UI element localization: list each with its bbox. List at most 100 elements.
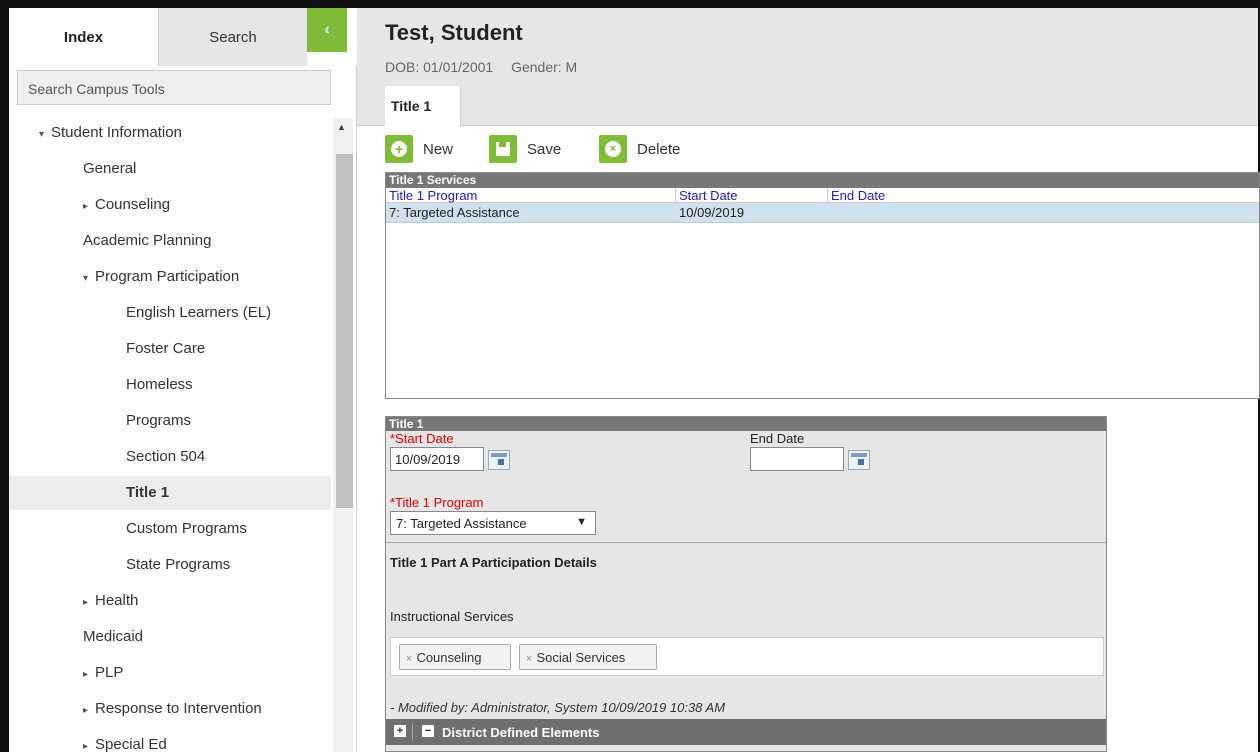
sidebar-item-label: Special Ed [95, 736, 167, 752]
caret-down-icon[interactable]: ▾ [39, 118, 51, 152]
remove-chip-icon[interactable]: × [406, 653, 412, 665]
main-panel: Test, Student DOB: 01/01/2001 Gender: M … [357, 8, 1260, 752]
sidebar-item[interactable]: Title 1 [9, 476, 331, 510]
save-button[interactable]: Save [489, 134, 561, 164]
student-header: Test, Student DOB: 01/01/2001 Gender: M [357, 8, 1258, 86]
start-date-label: *Start Date [390, 431, 454, 446]
gender-text: Gender: M [511, 59, 578, 75]
chip-counseling[interactable]: × Counseling [399, 644, 511, 670]
services-title: Title 1 Services [386, 173, 1259, 188]
sidebar-item[interactable]: Custom Programs [9, 512, 331, 546]
calendar-icon[interactable] [488, 450, 510, 470]
instructional-services-label: Instructional Services [390, 609, 514, 624]
sidebar-item-label: Custom Programs [126, 520, 247, 537]
sidebar-tabs: Index Search ‹ [9, 8, 357, 66]
dob-text: DOB: 01/01/2001 [385, 59, 494, 75]
sidebar-scrollbar[interactable]: ▲ [333, 118, 353, 752]
sidebar-item[interactable]: Programs [9, 404, 331, 438]
caret-down-icon[interactable]: ▾ [83, 262, 95, 296]
tab-bar: Title 1 [357, 86, 1258, 127]
sidebar-item[interactable]: General [9, 152, 331, 186]
sidebar-item[interactable]: English Learners (EL) [9, 296, 331, 330]
title-1-program-label: *Title 1 Program [390, 495, 484, 510]
sidebar-item-label: Programs [126, 412, 192, 429]
chevron-left-icon[interactable]: ‹ [307, 8, 347, 52]
sidebar-item-label: Medicaid [83, 628, 144, 645]
services-columns: Title 1 Program Start Date End Date [386, 188, 1259, 203]
district-defined-elements-bar[interactable]: + − District Defined Elements [386, 719, 1106, 745]
scroll-up-icon[interactable]: ▲ [337, 122, 346, 132]
caret-right-icon[interactable]: ▸ [83, 190, 95, 224]
remove-chip-icon[interactable]: × [526, 653, 532, 665]
participation-heading: Title 1 Part A Participation Details [390, 555, 597, 570]
collapse-sidebar: ‹ [307, 8, 357, 66]
title-1-services-table: Title 1 Services Title 1 Program Start D… [385, 172, 1260, 399]
delete-button[interactable]: × Delete [599, 134, 680, 164]
detail-title: Title 1 [386, 417, 1106, 431]
separator [412, 723, 413, 741]
tab-title-1[interactable]: Title 1 [385, 86, 461, 127]
section-divider [386, 542, 1106, 543]
save-icon [489, 135, 517, 163]
sidebar-item[interactable]: ▸ Counseling [9, 188, 331, 222]
search-campus-tools-input[interactable]: Search Campus Tools [17, 70, 331, 105]
chip-social-services[interactable]: × Social Services [519, 644, 657, 670]
instructional-services-multiselect[interactable]: × Counseling × Social Services [390, 637, 1104, 676]
new-label: New [423, 140, 454, 158]
dropdown-arrow-icon: ▼ [576, 516, 587, 528]
modified-by-text: - Modified by: Administrator, System 10/… [390, 700, 726, 715]
sidebar-item[interactable]: Medicaid [9, 620, 331, 654]
column-start-date[interactable]: Start Date [676, 188, 828, 203]
sidebar-item[interactable]: State Programs [9, 548, 331, 582]
tab-index[interactable]: Index [9, 8, 158, 66]
sidebar-item[interactable]: ▸ PLP [9, 656, 331, 690]
sidebar-item[interactable]: ▸ Health [9, 584, 331, 618]
sidebar-item[interactable]: ▸ Response to Intervention [9, 692, 331, 726]
caret-right-icon[interactable]: ▸ [83, 658, 95, 692]
sidebar-item-label: Homeless [126, 376, 193, 393]
caret-right-icon[interactable]: ▸ [83, 694, 95, 728]
sidebar-item[interactable]: Academic Planning [9, 224, 331, 258]
column-end-date[interactable]: End Date [828, 188, 1259, 203]
sidebar-item-label: Title 1 [126, 484, 170, 501]
sidebar-item-label: Student Information [51, 124, 182, 141]
sidebar-item-label: Counseling [95, 196, 171, 213]
sidebar-item[interactable]: Section 504 [9, 440, 331, 474]
chip-label: Counseling [416, 650, 482, 665]
end-date-label: End Date [750, 431, 805, 446]
cell-start-date: 10/09/2019 [679, 205, 745, 220]
cell-program: 7: Targeted Assistance [389, 205, 520, 220]
sidebar-item-label: Academic Planning [83, 232, 212, 249]
expand-icon[interactable]: + [394, 725, 406, 737]
sidebar-item[interactable]: Foster Care [9, 332, 331, 366]
delete-label: Delete [637, 140, 681, 158]
sidebar-item[interactable]: ▾ Program Participation [9, 260, 331, 294]
sidebar: Index Search ‹ Search Campus Tools ▾ Stud… [9, 8, 357, 752]
title-1-program-select[interactable]: 7: Targeted Assistance ▼ [390, 511, 596, 535]
sidebar-item[interactable]: ▸ Special Ed [9, 728, 331, 752]
table-row[interactable]: 7: Targeted Assistance 10/09/2019 [386, 203, 1259, 223]
calendar-icon[interactable] [848, 450, 870, 470]
collapse-icon[interactable]: − [422, 725, 434, 737]
student-name: Test, Student [385, 20, 523, 45]
column-title-1-program[interactable]: Title 1 Program [386, 188, 676, 203]
sidebar-item[interactable]: ▾ Student Information [9, 116, 331, 150]
scrollbar-thumb[interactable] [336, 154, 353, 508]
sidebar-item-label: Foster Care [126, 340, 206, 357]
sidebar-item-label: PLP [95, 664, 124, 681]
new-button[interactable]: + New [385, 134, 453, 164]
end-date-input[interactable] [750, 447, 844, 471]
sidebar-item-label: General [83, 160, 137, 177]
caret-right-icon[interactable]: ▸ [83, 586, 95, 620]
district-defined-elements-label: District Defined Elements [442, 725, 600, 740]
delete-icon: × [599, 135, 627, 163]
save-label: Save [527, 140, 562, 158]
sidebar-item-label: State Programs [126, 556, 231, 573]
caret-right-icon[interactable]: ▸ [83, 730, 95, 752]
program-selected-value: 7: Targeted Assistance [396, 516, 527, 531]
tab-search[interactable]: Search [158, 8, 307, 66]
sidebar-item-label: Section 504 [126, 448, 206, 465]
sidebar-item-label: Response to Intervention [95, 700, 262, 717]
start-date-input[interactable]: 10/09/2019 [390, 447, 484, 471]
sidebar-item[interactable]: Homeless [9, 368, 331, 402]
